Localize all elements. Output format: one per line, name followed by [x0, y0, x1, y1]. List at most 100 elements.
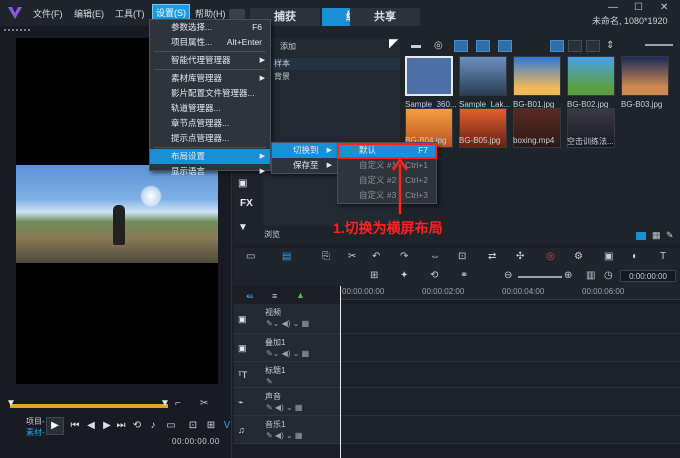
multi-cam-icon[interactable]: ▣ — [604, 251, 613, 262]
zoom-slider[interactable] — [518, 276, 562, 278]
trim-end-marker-icon[interactable]: ▼ — [160, 398, 170, 409]
track-controls[interactable]: ✎⌄ ◀) ⌄ ▦ — [266, 349, 309, 358]
prev-frame-icon[interactable]: ◀ — [84, 419, 98, 433]
track-body[interactable] — [341, 304, 680, 334]
track-body[interactable] — [341, 388, 680, 416]
menu-item-track-manager[interactable]: 轨道管理器... — [150, 101, 270, 116]
redo-icon[interactable]: ↷ — [400, 251, 408, 262]
browse-button[interactable]: 浏览 — [264, 229, 280, 240]
pin-icon[interactable]: ◤ — [389, 36, 398, 50]
next-frame-icon[interactable]: ▶ — [100, 419, 114, 433]
project-mode-label[interactable]: 项目- — [26, 417, 45, 426]
edit-icon[interactable]: ▦ — [652, 230, 661, 241]
track-body[interactable] — [341, 334, 680, 362]
menu-item-custom-3[interactable]: 自定义 #3 Ctrl+3 — [338, 188, 436, 203]
timeline-timecode[interactable]: 0:00:00:00 — [620, 270, 676, 282]
fit-icon[interactable]: ⊡ — [458, 251, 466, 262]
play-button[interactable]: ▶ — [46, 417, 64, 435]
aspect-icon[interactable]: ⊞ — [204, 419, 218, 433]
auto-music-icon[interactable]: ✣ — [516, 251, 524, 262]
tab-share[interactable]: 共享 — [350, 8, 420, 26]
menu-item-smart-proxy[interactable]: 智能代理管理器 ▶ — [150, 53, 270, 68]
clock-icon[interactable]: ◷ — [604, 270, 613, 281]
add-track-icon[interactable]: ▲ — [296, 290, 305, 300]
track-controls[interactable]: ✎ ◀) ⌄ ▦ — [266, 403, 302, 412]
subtitle-icon[interactable]: ⚙ — [574, 251, 583, 262]
clip-mode-label[interactable]: 素材- — [26, 427, 45, 438]
menu-item-library-manager[interactable]: 素材库管理器 ▶ — [150, 71, 270, 86]
hd-icon[interactable]: ▭ — [164, 419, 178, 433]
media-thumb[interactable] — [621, 56, 669, 96]
pencil-icon[interactable]: ✎ — [666, 230, 674, 241]
track-controls[interactable]: ✎ — [266, 377, 273, 386]
menu-item-project-properties[interactable]: 项目属性... Alt+Enter — [150, 35, 270, 50]
menu-item-profile-manager[interactable]: 影片配置文件管理器... — [150, 86, 270, 101]
fx-button[interactable]: FX — [240, 198, 253, 209]
marker-icon[interactable]: ✦ — [400, 270, 408, 281]
title-icon[interactable]: T — [660, 251, 666, 262]
player-timecode[interactable]: 00:00:00.00 — [172, 437, 220, 446]
volume-icon[interactable]: ♪ — [146, 419, 160, 433]
add-folder-label[interactable]: 添加 — [280, 41, 296, 52]
menu-item-switch-to[interactable]: 切换到 ▶ — [272, 143, 337, 158]
menu-item-cue-manager[interactable]: 提示点管理器... — [150, 131, 270, 146]
effects-icon[interactable]: ◐ — [632, 251, 638, 262]
track-controls[interactable]: ✎⌄ ◀) ⌄ ▦ — [266, 319, 309, 328]
menu-item-custom-2[interactable]: 自定义 #2 Ctrl+2 — [338, 173, 436, 188]
track-name: 音乐1 — [265, 420, 286, 429]
media-label: boxing.mp4 — [513, 136, 555, 145]
folder-item-sample[interactable]: 样本 — [270, 58, 400, 70]
undo-icon[interactable]: ↶ — [372, 251, 380, 262]
menu-item-display-language[interactable]: 显示语言 ▶ — [150, 164, 270, 179]
copy-icon[interactable]: ⎘ — [322, 251, 330, 262]
grid-icon[interactable]: ⊞ — [370, 270, 378, 281]
minimize-icon[interactable]: — — [608, 2, 618, 13]
track-body[interactable] — [341, 362, 680, 388]
menu-item-layout-settings[interactable]: 布局设置 ▶ — [150, 149, 270, 164]
menu-item-preferences[interactable]: 参数选择... F6 — [150, 20, 270, 35]
storyboard-view-icon[interactable]: ▭ — [246, 251, 255, 262]
media-thumb[interactable] — [459, 56, 507, 96]
home-start-icon[interactable]: ⏮ — [68, 419, 82, 433]
trim-bar[interactable] — [10, 404, 168, 408]
vr-icon[interactable]: V — [220, 419, 234, 433]
cut-icon[interactable]: ✂ — [348, 251, 356, 262]
menu-item-chapter-manager[interactable]: 章节点管理器... — [150, 116, 270, 131]
maximize-icon[interactable]: ☐ — [634, 2, 643, 13]
track-body[interactable] — [341, 416, 680, 444]
media-thumb[interactable] — [405, 56, 453, 96]
mark-in-icon[interactable]: ⌐ — [175, 398, 187, 410]
record-icon[interactable]: ⇔ — [430, 251, 440, 262]
track-manager-icon[interactable]: ⇚ — [246, 291, 254, 302]
timeline-view-icon[interactable]: ▤ — [282, 251, 291, 262]
menu-item-save-to[interactable]: 保存至 ▶ — [272, 158, 337, 173]
ripple-icon[interactable]: ⟲ — [430, 270, 438, 281]
snapshot-icon[interactable]: ⊡ — [186, 419, 200, 433]
menu-settings[interactable]: 设置(S) — [152, 4, 190, 21]
mix-icon[interactable]: ⇄ — [488, 251, 496, 262]
menu-file[interactable]: 文件(F) — [33, 7, 63, 20]
menu-item-custom-1[interactable]: 自定义 #1 Ctrl+1 — [338, 158, 436, 173]
chapter-icon[interactable]: ≡ — [272, 291, 277, 301]
menu-tools[interactable]: 工具(T) — [115, 7, 145, 20]
track-controls[interactable]: ✎ ◀) ⌄ ▦ — [266, 431, 302, 440]
snap-icon[interactable]: ⚭ — [460, 270, 468, 281]
menu-edit[interactable]: 编辑(E) — [74, 7, 104, 20]
zoom-out-icon[interactable]: ⊖ — [504, 270, 512, 281]
zoom-in-icon[interactable]: ⊕ — [564, 270, 572, 281]
more-tools-icon[interactable]: ▼ — [238, 222, 248, 233]
panel-grip[interactable] — [4, 29, 30, 32]
menu-separator — [154, 69, 266, 70]
trim-start-marker-icon[interactable]: ▼ — [6, 398, 16, 409]
end-icon[interactable]: ⏭ — [114, 419, 128, 433]
options-icon[interactable] — [636, 232, 646, 240]
close-icon[interactable]: ✕ — [660, 2, 668, 13]
media-thumb[interactable] — [513, 56, 561, 96]
media-thumb[interactable] — [567, 56, 615, 96]
folder-item-background[interactable]: 背景 — [270, 71, 290, 83]
instant-project-icon[interactable]: ▣ — [238, 178, 247, 189]
motion-track-icon[interactable]: ◎ — [546, 251, 555, 262]
fit-project-icon[interactable]: ▥ — [586, 270, 595, 281]
split-clip-icon[interactable]: ✂ — [200, 398, 208, 409]
repeat-icon[interactable]: ⟲ — [130, 419, 144, 433]
